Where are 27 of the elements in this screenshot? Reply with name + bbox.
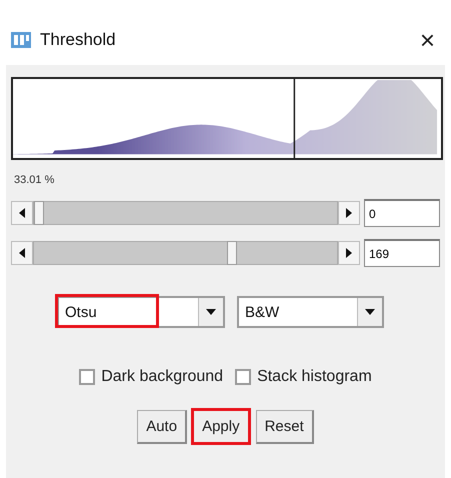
window-title: Threshold xyxy=(40,30,117,50)
threshold-slider[interactable] xyxy=(33,201,338,225)
threshold-slider[interactable] xyxy=(33,241,338,265)
caret-icon xyxy=(206,309,216,315)
slider-thumb[interactable] xyxy=(227,241,238,265)
scroll-right-button[interactable] xyxy=(338,201,360,225)
checkbox-option[interactable]: Dark background xyxy=(79,368,224,386)
checkbox-option[interactable]: Stack histogram xyxy=(235,368,372,386)
action-button[interactable]: Apply xyxy=(193,410,250,444)
method-dropdown[interactable]: Otsu xyxy=(57,296,225,328)
scroll-left-button[interactable] xyxy=(11,201,33,225)
scroll-left-button[interactable] xyxy=(11,241,33,265)
right-arrow-icon xyxy=(346,248,352,258)
left-arrow-icon xyxy=(19,248,25,258)
action-button[interactable]: Auto xyxy=(137,410,188,444)
action-button[interactable]: Reset xyxy=(256,410,314,444)
right-arrow-icon xyxy=(346,208,352,218)
scroll-right-button[interactable] xyxy=(338,241,360,265)
percentage-readout: 33.01 % xyxy=(14,174,56,188)
close-button[interactable]: × xyxy=(416,24,439,56)
left-arrow-icon xyxy=(19,208,25,218)
app-icon xyxy=(10,30,32,50)
value-field[interactable]: 169 xyxy=(364,239,440,267)
slider-thumb[interactable] xyxy=(34,201,44,225)
method-dropdown[interactable]: B&W xyxy=(237,296,384,328)
value-field[interactable]: 0 xyxy=(364,199,440,227)
caret-icon xyxy=(365,309,375,315)
